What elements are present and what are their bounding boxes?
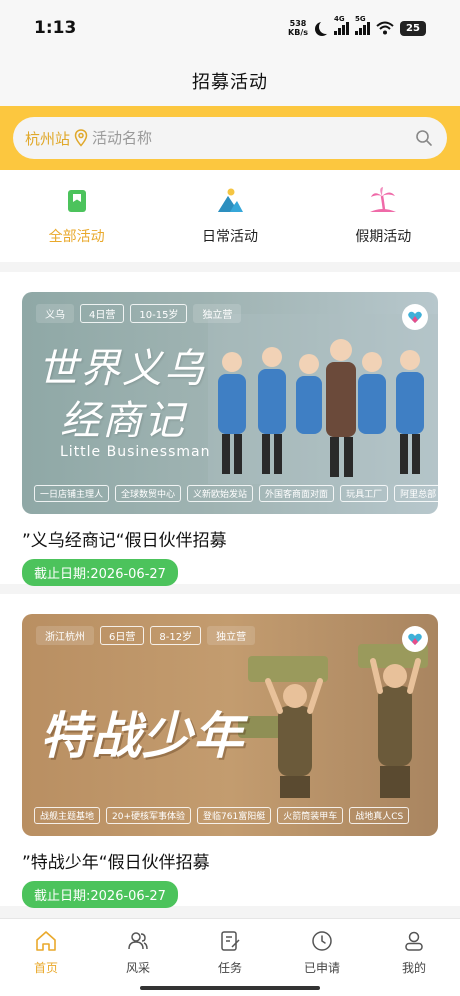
banner-title-line-2: 经商记 bbox=[60, 398, 186, 444]
cellular-4g-label: 4G bbox=[334, 15, 345, 23]
clock-icon bbox=[312, 931, 332, 951]
banner-tag: 战地真人CS bbox=[349, 807, 410, 824]
banner-tag: 火箭筒装甲车 bbox=[277, 807, 344, 824]
tab-profile[interactable]: 我的 bbox=[368, 919, 460, 996]
profile-icon bbox=[405, 931, 423, 951]
deadline-badge: 截止日期:2026-06-27 bbox=[22, 881, 178, 908]
tab-label: 任务 bbox=[217, 961, 242, 975]
tab-tasks[interactable]: 任务 bbox=[184, 919, 276, 996]
search-icon[interactable] bbox=[415, 129, 433, 147]
status-indicators: 538 KB/s 4G 5G 25 bbox=[288, 15, 426, 37]
activity-card[interactable]: 义乌 4日营 10-15岁 独立营 世界义乌 经商记 Little Busine… bbox=[0, 272, 460, 586]
tab-applied[interactable]: 已申请 bbox=[276, 919, 368, 996]
battery-icon: 25 bbox=[400, 20, 426, 36]
banner-tag: 玩具工厂 bbox=[340, 485, 389, 502]
banner-tag: 独立营 bbox=[207, 626, 256, 645]
search-input[interactable] bbox=[92, 129, 415, 147]
banner-tag: 义新欧始发站 bbox=[187, 485, 254, 502]
banner-tags-bottom: 战舰主题基地 20+硬核军事体验 登临761富阳艇 火箭筒装甲车 战地真人CS bbox=[34, 807, 428, 824]
banner-tag: 一日店铺主理人 bbox=[34, 485, 110, 502]
cellular-4g-icon: 4G bbox=[334, 15, 349, 35]
activity-banner[interactable]: 义乌 4日营 10-15岁 独立营 世界义乌 经商记 Little Busine… bbox=[22, 292, 438, 514]
category-holiday[interactable]: 假期活动 bbox=[318, 186, 448, 246]
mountain-icon bbox=[217, 188, 243, 212]
banner-tags-top: 义乌 4日营 10-15岁 独立营 bbox=[36, 304, 242, 323]
banner-tag: 阿里总部 bbox=[394, 485, 438, 502]
banner-tag: 浙江杭州 bbox=[36, 626, 94, 645]
category-daily[interactable]: 日常活动 bbox=[165, 186, 295, 246]
activity-card[interactable]: 浙江杭州 6日营 8-12岁 独立营 特战少年 战舰主题基地 20+硬核军事体验… bbox=[0, 594, 460, 908]
banner-tag: 8-12岁 bbox=[150, 626, 202, 645]
banner-tag: 20+硬核军事体验 bbox=[106, 807, 192, 824]
tab-home[interactable]: 首页 bbox=[0, 919, 92, 996]
banner-tags-top: 浙江杭州 6日营 8-12岁 独立营 bbox=[36, 626, 256, 645]
activity-title[interactable]: ”特战少年“假日伙伴招募 bbox=[22, 848, 438, 873]
banner-tag: 登临761富阳艇 bbox=[197, 807, 272, 824]
status-bar: 1:13 538 KB/s 4G 5G 25 bbox=[0, 0, 460, 56]
category-all[interactable]: 全部活动 bbox=[12, 186, 142, 246]
banner-tag: 4日营 bbox=[80, 304, 125, 323]
people-icon bbox=[128, 932, 148, 950]
group-photo-illustration bbox=[208, 314, 438, 484]
banner-tag: 外国客商面对面 bbox=[259, 485, 335, 502]
heart-logo-icon bbox=[408, 633, 422, 645]
network-speed-unit: KB/s bbox=[288, 28, 308, 37]
category-label: 全部活动 bbox=[48, 229, 105, 245]
tab-label: 风采 bbox=[125, 961, 150, 975]
banner-tag: 6日营 bbox=[100, 626, 145, 645]
banner-tag: 战舰主题基地 bbox=[34, 807, 101, 824]
bottom-tab-bar: 首页 风采 任务 已申请 我的 bbox=[0, 918, 460, 996]
home-indicator bbox=[140, 986, 320, 990]
status-time: 1:13 bbox=[34, 18, 77, 38]
search-band: 杭州站 bbox=[0, 106, 460, 170]
banner-title-line-1: 世界义乌 bbox=[38, 346, 206, 392]
do-not-disturb-icon bbox=[319, 20, 333, 34]
palm-tree-icon bbox=[370, 187, 397, 212]
header: 招募活动 bbox=[0, 56, 460, 106]
location-pin-icon[interactable] bbox=[74, 129, 88, 147]
page-title: 招募活动 bbox=[192, 72, 268, 93]
organizer-logo bbox=[402, 304, 428, 330]
tab-label: 已申请 bbox=[303, 961, 340, 975]
banner-tags-bottom: 一日店铺主理人 全球数贸中心 义新欧始发站 外国客商面对面 玩具工厂 阿里总部 bbox=[34, 485, 438, 502]
wifi-icon bbox=[376, 21, 394, 35]
bookmark-icon bbox=[67, 190, 86, 212]
category-label: 日常活动 bbox=[201, 229, 258, 245]
banner-subtitle: Little Businessman bbox=[60, 444, 211, 460]
banner-tag: 独立营 bbox=[193, 304, 242, 323]
tab-label: 首页 bbox=[33, 961, 58, 975]
search-bar: 杭州站 bbox=[13, 117, 447, 159]
network-speed: 538 KB/s bbox=[288, 19, 308, 37]
heart-logo-icon bbox=[408, 311, 422, 323]
deadline-badge: 截止日期:2026-06-27 bbox=[22, 559, 178, 586]
organizer-logo bbox=[402, 626, 428, 652]
category-tabs: 全部活动 日常活动 假期活动 bbox=[0, 170, 460, 262]
category-label: 假期活动 bbox=[355, 229, 412, 245]
banner-title-line-1: 特战少年 bbox=[40, 707, 244, 765]
home-icon bbox=[36, 931, 56, 951]
tab-showcase[interactable]: 风采 bbox=[92, 919, 184, 996]
activity-banner[interactable]: 浙江杭州 6日营 8-12岁 独立营 特战少年 战舰主题基地 20+硬核军事体验… bbox=[22, 614, 438, 836]
banner-tag: 全球数贸中心 bbox=[115, 485, 182, 502]
cellular-5g-label: 5G bbox=[355, 15, 366, 23]
cellular-5g-icon: 5G bbox=[355, 15, 370, 35]
city-selector[interactable]: 杭州站 bbox=[25, 128, 70, 149]
network-speed-value: 538 bbox=[289, 19, 307, 28]
banner-tag: 10-15岁 bbox=[130, 304, 188, 323]
activity-title[interactable]: ”义乌经商记“假日伙伴招募 bbox=[22, 526, 438, 551]
task-icon bbox=[221, 931, 240, 951]
tab-label: 我的 bbox=[401, 961, 426, 975]
banner-tag: 义乌 bbox=[36, 304, 74, 323]
